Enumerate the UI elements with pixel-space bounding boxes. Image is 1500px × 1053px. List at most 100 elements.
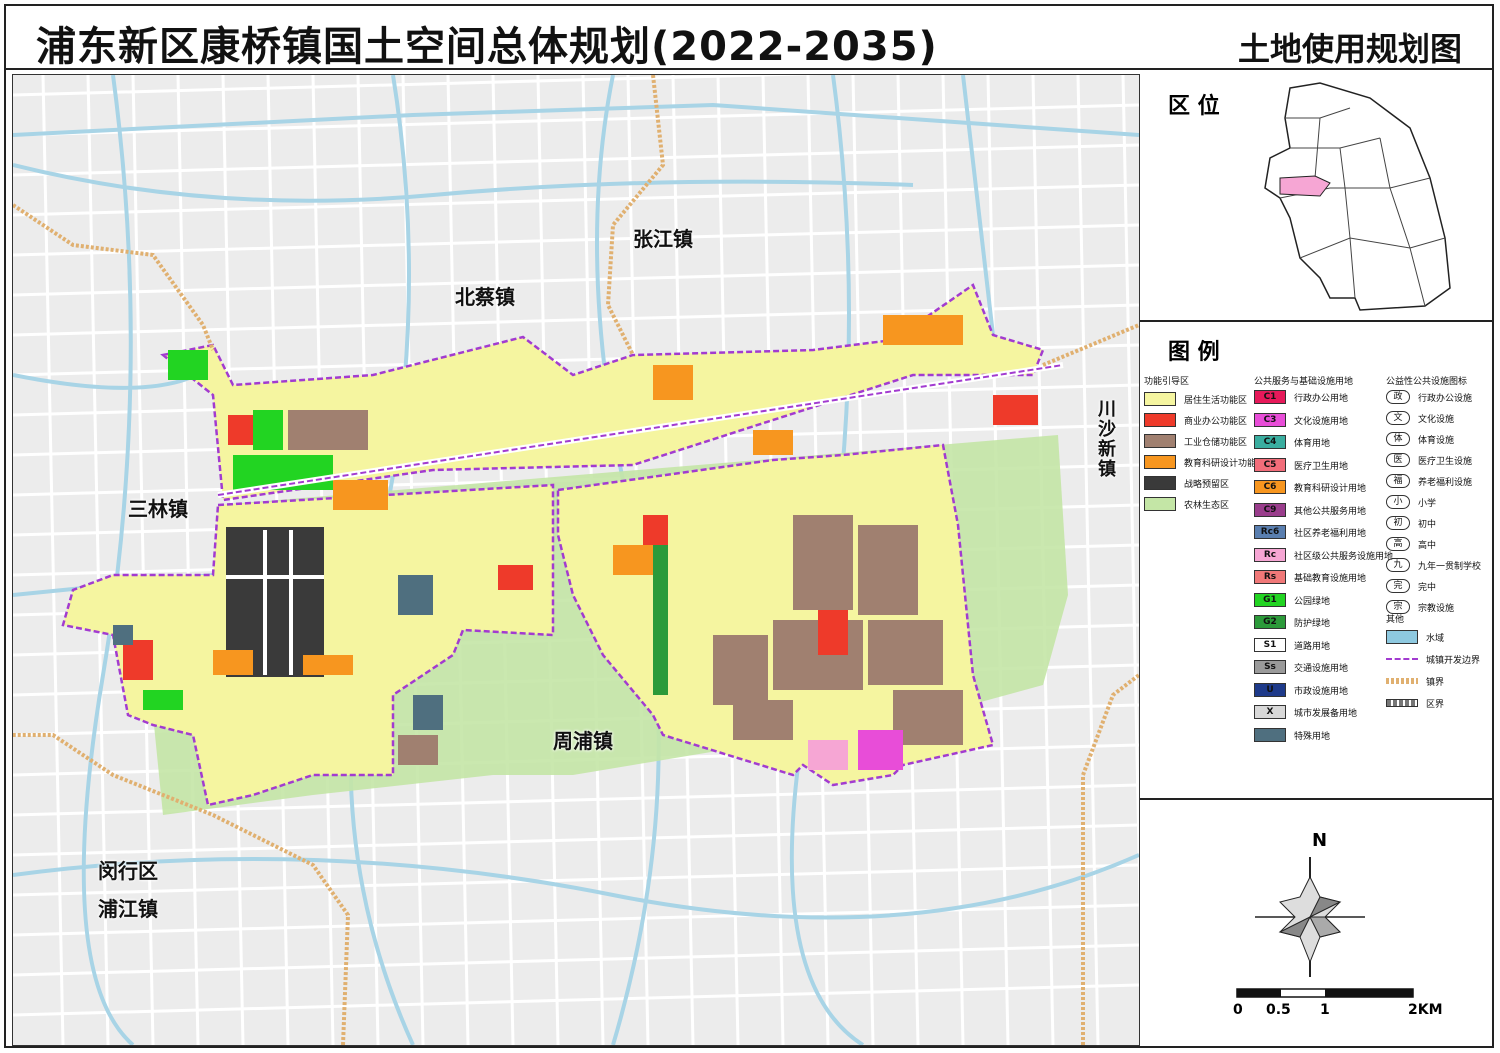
legend-label: 社区级公共服务设施用地 xyxy=(1294,551,1394,562)
legend-heading-public-service: 公共服务与基础设施用地 xyxy=(1254,377,1354,387)
side-panel: 区 位 图 例 功能引导区 居住生活功能区 商业办公功能区 工业仓储功能区 教育科研设… xyxy=(1140,74,1492,1044)
legend-swatch xyxy=(1254,727,1286,742)
legend-swatch: C3 xyxy=(1254,412,1286,427)
legend-label: 战略预留区 xyxy=(1184,480,1230,490)
legend-swatch: X xyxy=(1254,705,1286,719)
legend-label: 体育用地 xyxy=(1294,439,1331,449)
town-label-beicai: 北蔡镇 xyxy=(455,285,515,309)
legend-label: 农林生态区 xyxy=(1184,501,1230,511)
facility-icon: 福 xyxy=(1386,474,1410,488)
legend-swatch: G2 xyxy=(1254,615,1286,629)
legend-swatch xyxy=(1386,658,1418,660)
land-use-map[interactable] xyxy=(13,75,1139,1045)
legend-swatch: C9 xyxy=(1254,502,1286,517)
legend-label: 城镇开发边界 xyxy=(1426,656,1481,666)
community-service xyxy=(808,740,848,770)
town-label-zhoupu: 周浦镇 xyxy=(553,729,613,753)
scale-label-0: 0 xyxy=(1233,1002,1243,1018)
legend-label: 基础教育设施用地 xyxy=(1294,574,1367,584)
legend-label: 高中 xyxy=(1418,541,1437,551)
legend-label: 文化设施 xyxy=(1418,415,1455,425)
legend-label: 行政办公设施 xyxy=(1418,394,1473,404)
map-panel[interactable]: 张江镇 北蔡镇 三林镇 周浦镇 川沙新镇 闵行区 浦江镇 xyxy=(12,74,1140,1046)
pudong-district-inset-map xyxy=(1264,82,1451,311)
legend-label: 工业仓储功能区 xyxy=(1184,438,1248,448)
scale-label-05: 0.5 xyxy=(1266,1002,1291,1018)
legend-label: 宗教设施 xyxy=(1418,604,1455,614)
facility-icon: 九 xyxy=(1386,558,1410,572)
legend-label: 教育科研设计用地 xyxy=(1294,484,1367,494)
special-land xyxy=(398,575,433,615)
legend-swatch xyxy=(1144,497,1176,511)
legend-swatch: C5 xyxy=(1254,457,1286,472)
town-label-sanlin: 三林镇 xyxy=(128,497,188,521)
legend-swatch xyxy=(1144,413,1176,427)
legend-swatch: C1 xyxy=(1254,390,1286,404)
legend-label: 商业办公功能区 xyxy=(1184,417,1248,427)
legend-label: 防护绿地 xyxy=(1294,619,1331,629)
legend-label: 公园绿地 xyxy=(1294,596,1331,607)
legend-label: 初中 xyxy=(1418,520,1437,530)
compass-rose-icon xyxy=(1255,857,1365,977)
legend-label: 居住生活功能区 xyxy=(1184,396,1248,406)
facility-icon: 政 xyxy=(1386,390,1410,404)
legend-label: 交通设施用地 xyxy=(1294,664,1349,674)
legend-label: 体育设施 xyxy=(1418,436,1455,446)
facility-icon: 小 xyxy=(1386,495,1410,509)
commercial-zone xyxy=(818,610,848,655)
legend-swatch xyxy=(1386,699,1418,707)
legend-label: 完中 xyxy=(1418,583,1437,593)
legend-swatch xyxy=(1144,434,1176,448)
legend-swatch xyxy=(1144,455,1176,469)
legend-swatch: Rc6 xyxy=(1254,525,1286,539)
legend-label: 城市发展备用地 xyxy=(1294,709,1358,719)
legend-label: 社区养老福利用地 xyxy=(1294,529,1367,539)
legend-label: 文化设施用地 xyxy=(1294,416,1349,427)
page-title: 浦东新区康桥镇国土空间总体规划(2022-2035) xyxy=(36,24,938,70)
town-label-pujiang: 浦江镇 xyxy=(98,897,158,921)
north-label: N xyxy=(1312,830,1328,851)
legend-heading-facilities: 公益性公共设施图标 xyxy=(1386,377,1468,387)
facility-icon: 体 xyxy=(1386,432,1410,446)
legend-label: 水域 xyxy=(1426,634,1445,644)
industrial-zone xyxy=(793,515,853,610)
header: 浦东新区康桥镇国土空间总体规划(2022-2035) 土地使用规划图 xyxy=(6,6,1492,70)
legend-swatch xyxy=(1144,392,1176,406)
town-label-minhang: 闵行区 xyxy=(98,859,158,883)
legend: 图 例 功能引导区 居住生活功能区 商业办公功能区 工业仓储功能区 教育科研设计功能区… xyxy=(1140,322,1492,800)
legend-swatch: C6 xyxy=(1254,480,1286,494)
legend-label: 小学 xyxy=(1418,499,1437,509)
map-subtitle: 土地使用规划图 xyxy=(1237,30,1462,68)
town-label-zhangjiang: 张江镇 xyxy=(633,227,693,251)
legend-swatch: S1 xyxy=(1254,637,1286,652)
facility-icon: 初 xyxy=(1386,516,1410,530)
legend-swatch: Ss xyxy=(1254,660,1286,674)
facility-icon: 文 xyxy=(1386,411,1410,425)
location-inset: 区 位 xyxy=(1140,74,1492,322)
legend-heading-other: 其他 xyxy=(1386,615,1405,625)
legend-label: 特殊用地 xyxy=(1294,731,1331,742)
facility-icon: 高 xyxy=(1386,537,1410,551)
legend-swatch: C4 xyxy=(1254,435,1286,449)
compass-and-scale: N 0 0.5 1 2KM xyxy=(1140,800,1492,1044)
legend-swatch: G1 xyxy=(1254,592,1286,607)
scale-label-1: 1 xyxy=(1320,1002,1330,1018)
legend-label: 区界 xyxy=(1426,700,1445,710)
town-label-chuansha: 川沙新镇 xyxy=(1098,399,1116,480)
legend-label: 市政设施用地 xyxy=(1294,686,1349,697)
location-title: 区 位 xyxy=(1168,94,1220,119)
facility-icon: 医 xyxy=(1386,453,1410,467)
legend-swatch xyxy=(1144,476,1176,490)
scale-bar xyxy=(1236,988,1414,998)
legend-label: 九年一贯制学校 xyxy=(1418,562,1482,572)
legend-label: 道路用地 xyxy=(1294,641,1331,652)
legend-swatch: Rc xyxy=(1254,547,1286,562)
legend-swatch xyxy=(1386,630,1418,644)
legend-swatch xyxy=(1386,678,1418,684)
facility-icon: 完 xyxy=(1386,579,1410,593)
legend-label: 教育科研设计功能区 xyxy=(1184,459,1266,469)
education-zone xyxy=(883,315,963,345)
legend-swatch: U xyxy=(1254,682,1286,697)
legend-label: 行政办公用地 xyxy=(1294,394,1349,404)
legend-title: 图 例 xyxy=(1168,340,1220,365)
